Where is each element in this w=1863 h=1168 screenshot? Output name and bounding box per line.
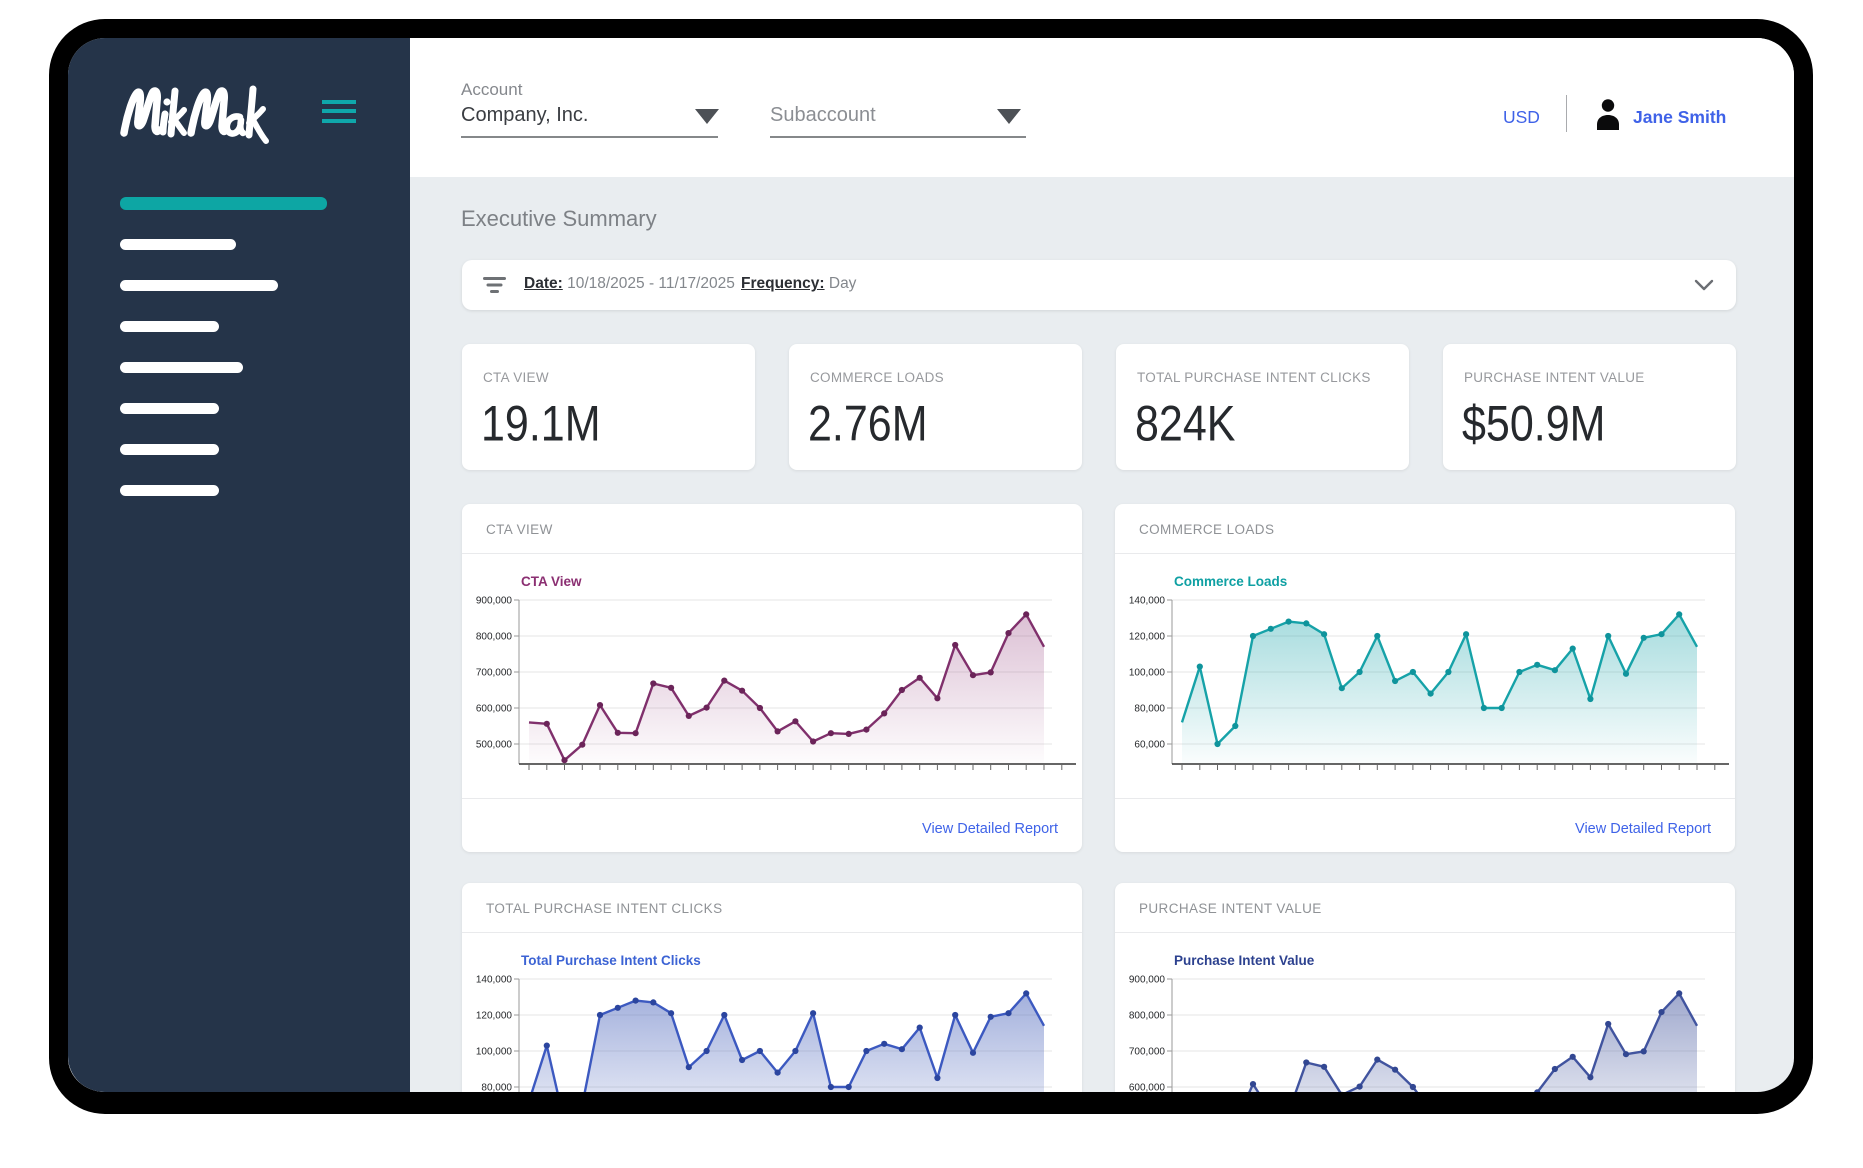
svg-text:600,000: 600,000 [476, 704, 513, 715]
svg-text:500,000: 500,000 [476, 740, 513, 751]
svg-text:120,000: 120,000 [1129, 632, 1166, 643]
svg-text:600,000: 600,000 [1129, 1083, 1166, 1094]
svg-text:700,000: 700,000 [476, 668, 513, 679]
svg-text:800,000: 800,000 [1129, 1011, 1166, 1022]
svg-text:100,000: 100,000 [476, 1047, 513, 1058]
svg-text:80,000: 80,000 [481, 1083, 512, 1094]
svg-text:140,000: 140,000 [476, 975, 513, 986]
svg-text:900,000: 900,000 [1129, 975, 1166, 986]
svg-text:140,000: 140,000 [1129, 596, 1166, 607]
svg-text:800,000: 800,000 [476, 632, 513, 643]
svg-text:120,000: 120,000 [476, 1011, 513, 1022]
svg-text:900,000: 900,000 [476, 596, 513, 607]
svg-text:100,000: 100,000 [1129, 668, 1166, 679]
svg-text:60,000: 60,000 [1134, 740, 1165, 751]
svg-text:700,000: 700,000 [1129, 1047, 1166, 1058]
svg-text:80,000: 80,000 [1134, 704, 1165, 715]
